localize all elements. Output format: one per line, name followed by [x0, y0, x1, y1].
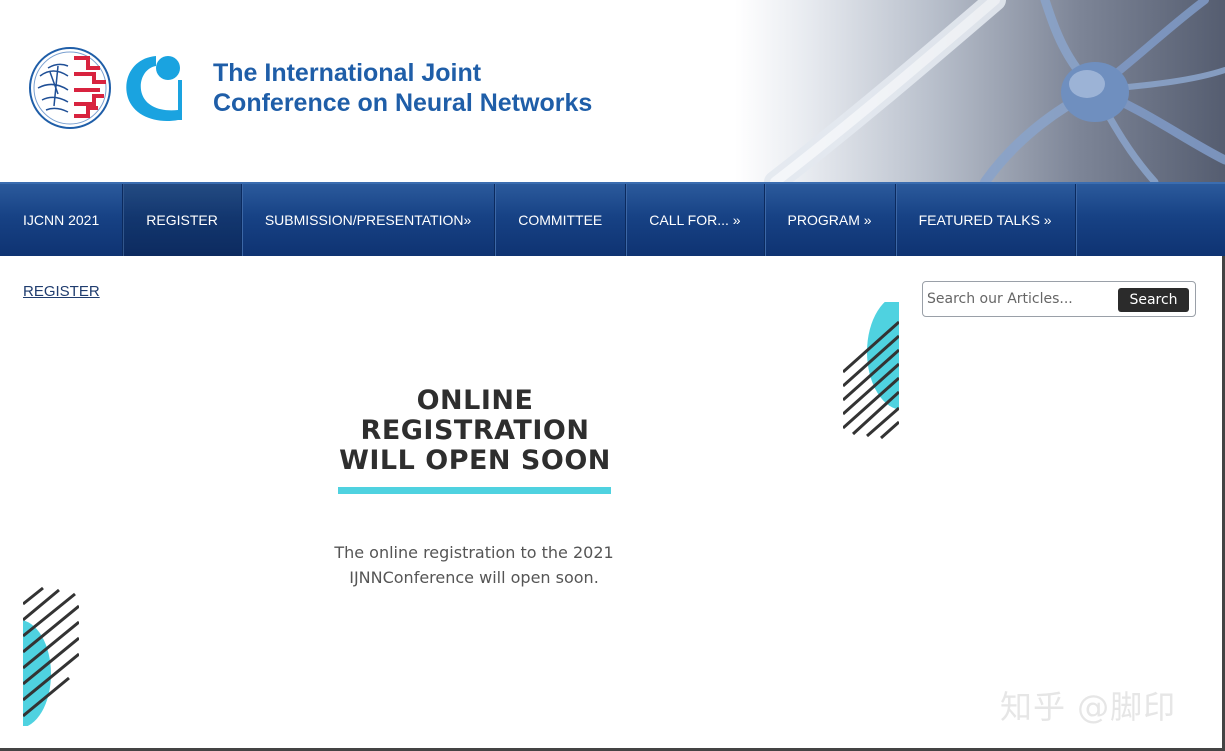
- neuron-illustration: [764, 0, 1225, 182]
- promo-description: The online registration to the 2021 IJNN…: [300, 540, 648, 590]
- search-button[interactable]: Search: [1118, 288, 1189, 312]
- decorative-stripes-bottom: [23, 586, 79, 726]
- search-box: Search: [922, 281, 1196, 317]
- promo-description-line2: IJNNConference will open soon.: [349, 568, 599, 587]
- nav-item-ijcnn-2021[interactable]: IJCNN 2021: [0, 184, 124, 256]
- breadcrumb-register[interactable]: REGISTER: [23, 283, 100, 300]
- main-navbar: IJCNN 2021 REGISTER SUBMISSION/PRESENTAT…: [0, 182, 1225, 256]
- site-title-line1: The International Joint: [213, 59, 482, 87]
- nav-item-register[interactable]: REGISTER: [123, 184, 242, 256]
- nav-menu: IJCNN 2021 REGISTER SUBMISSION/PRESENTAT…: [0, 184, 1225, 256]
- neuron-banner-image: [735, 0, 1225, 182]
- nav-item-committee[interactable]: COMMITTEE: [495, 184, 627, 256]
- nav-item-program[interactable]: PROGRAM »: [765, 184, 896, 256]
- ijcnn-logo-icon: [29, 47, 182, 129]
- promo-heading-line2: REGISTRATION: [360, 415, 590, 446]
- logo-group[interactable]: [28, 46, 188, 129]
- site-header: The International Joint Conference on Ne…: [0, 0, 1225, 182]
- watermark-text: 知乎 @脚印: [1000, 688, 1177, 726]
- promo-accent-bar: [338, 487, 611, 494]
- promo-heading: ONLINE REGISTRATION WILL OPEN SOON: [300, 386, 650, 476]
- search-input[interactable]: [927, 288, 1115, 310]
- decorative-stripes-top: [843, 302, 899, 440]
- nav-item-featured-talks[interactable]: FEATURED TALKS »: [896, 184, 1076, 256]
- nav-item-submission[interactable]: SUBMISSION/PRESENTATION»: [242, 184, 496, 256]
- site-title-line2: Conference on Neural Networks: [213, 89, 593, 117]
- promo-heading-line1: ONLINE: [416, 385, 534, 416]
- promo-heading-line3: WILL OPEN SOON: [339, 445, 611, 476]
- promo-description-line1: The online registration to the 2021: [334, 543, 614, 562]
- nav-item-call-for[interactable]: CALL FOR... »: [626, 184, 765, 256]
- site-title[interactable]: The International Joint Conference on Ne…: [213, 58, 592, 118]
